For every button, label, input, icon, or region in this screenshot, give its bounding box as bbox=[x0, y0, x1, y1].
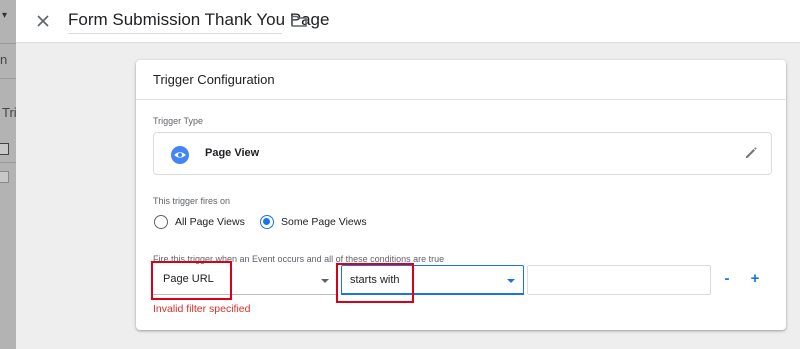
radio-button-unchecked[interactable] bbox=[154, 215, 168, 229]
chevron-down-icon bbox=[507, 279, 515, 283]
folder-icon bbox=[291, 15, 307, 27]
radio-label: Some Page Views bbox=[281, 216, 367, 228]
variable-value: Page URL bbox=[163, 273, 214, 285]
fires-on-label: This trigger fires on bbox=[153, 196, 231, 206]
divider bbox=[0, 43, 16, 44]
chevron-down-icon bbox=[321, 279, 329, 283]
pencil-icon[interactable] bbox=[743, 145, 759, 161]
radio-some-page-views[interactable]: Some Page Views bbox=[260, 213, 367, 231]
condition-label: Fire this trigger when an Event occurs a… bbox=[153, 254, 445, 264]
caret-down-icon: ▾ bbox=[2, 10, 8, 21]
trigger-name-input[interactable]: Form Submission Thank You Page bbox=[68, 9, 329, 34]
divider bbox=[0, 162, 16, 163]
trigger-type-label: Trigger Type bbox=[153, 116, 204, 126]
trigger-configuration-card: Trigger Configuration Trigger Type Page … bbox=[136, 60, 786, 330]
error-message: Invalid filter specified bbox=[153, 303, 251, 315]
eye-icon bbox=[171, 146, 189, 164]
radio-label: All Page Views bbox=[175, 216, 245, 228]
remove-condition-button[interactable]: - bbox=[719, 269, 735, 289]
close-button[interactable] bbox=[33, 11, 53, 31]
background-panel: ▾ n Trig bbox=[0, 0, 16, 349]
close-icon bbox=[37, 15, 49, 27]
checkbox bbox=[0, 171, 9, 183]
add-condition-button[interactable]: + bbox=[747, 269, 763, 289]
background-text-fragment: Trig bbox=[2, 105, 16, 120]
trigger-type-name: Page View bbox=[205, 147, 260, 159]
divider bbox=[0, 78, 16, 79]
variable-select[interactable]: Page URL bbox=[153, 265, 338, 295]
editor-header: Form Submission Thank You Page bbox=[16, 0, 800, 43]
trigger-type-selector[interactable]: Page View bbox=[153, 132, 772, 175]
operator-select[interactable]: starts with bbox=[341, 265, 524, 295]
folder-button[interactable] bbox=[289, 11, 309, 31]
operator-value: starts with bbox=[350, 274, 400, 286]
background-text-fragment: n bbox=[0, 52, 8, 67]
condition-value-input[interactable] bbox=[527, 265, 711, 295]
card-title: Trigger Configuration bbox=[153, 72, 275, 87]
card-header: Trigger Configuration bbox=[136, 60, 786, 100]
checkbox bbox=[0, 143, 9, 155]
radio-all-page-views[interactable]: All Page Views bbox=[154, 213, 245, 231]
radio-button-checked[interactable] bbox=[260, 215, 274, 229]
